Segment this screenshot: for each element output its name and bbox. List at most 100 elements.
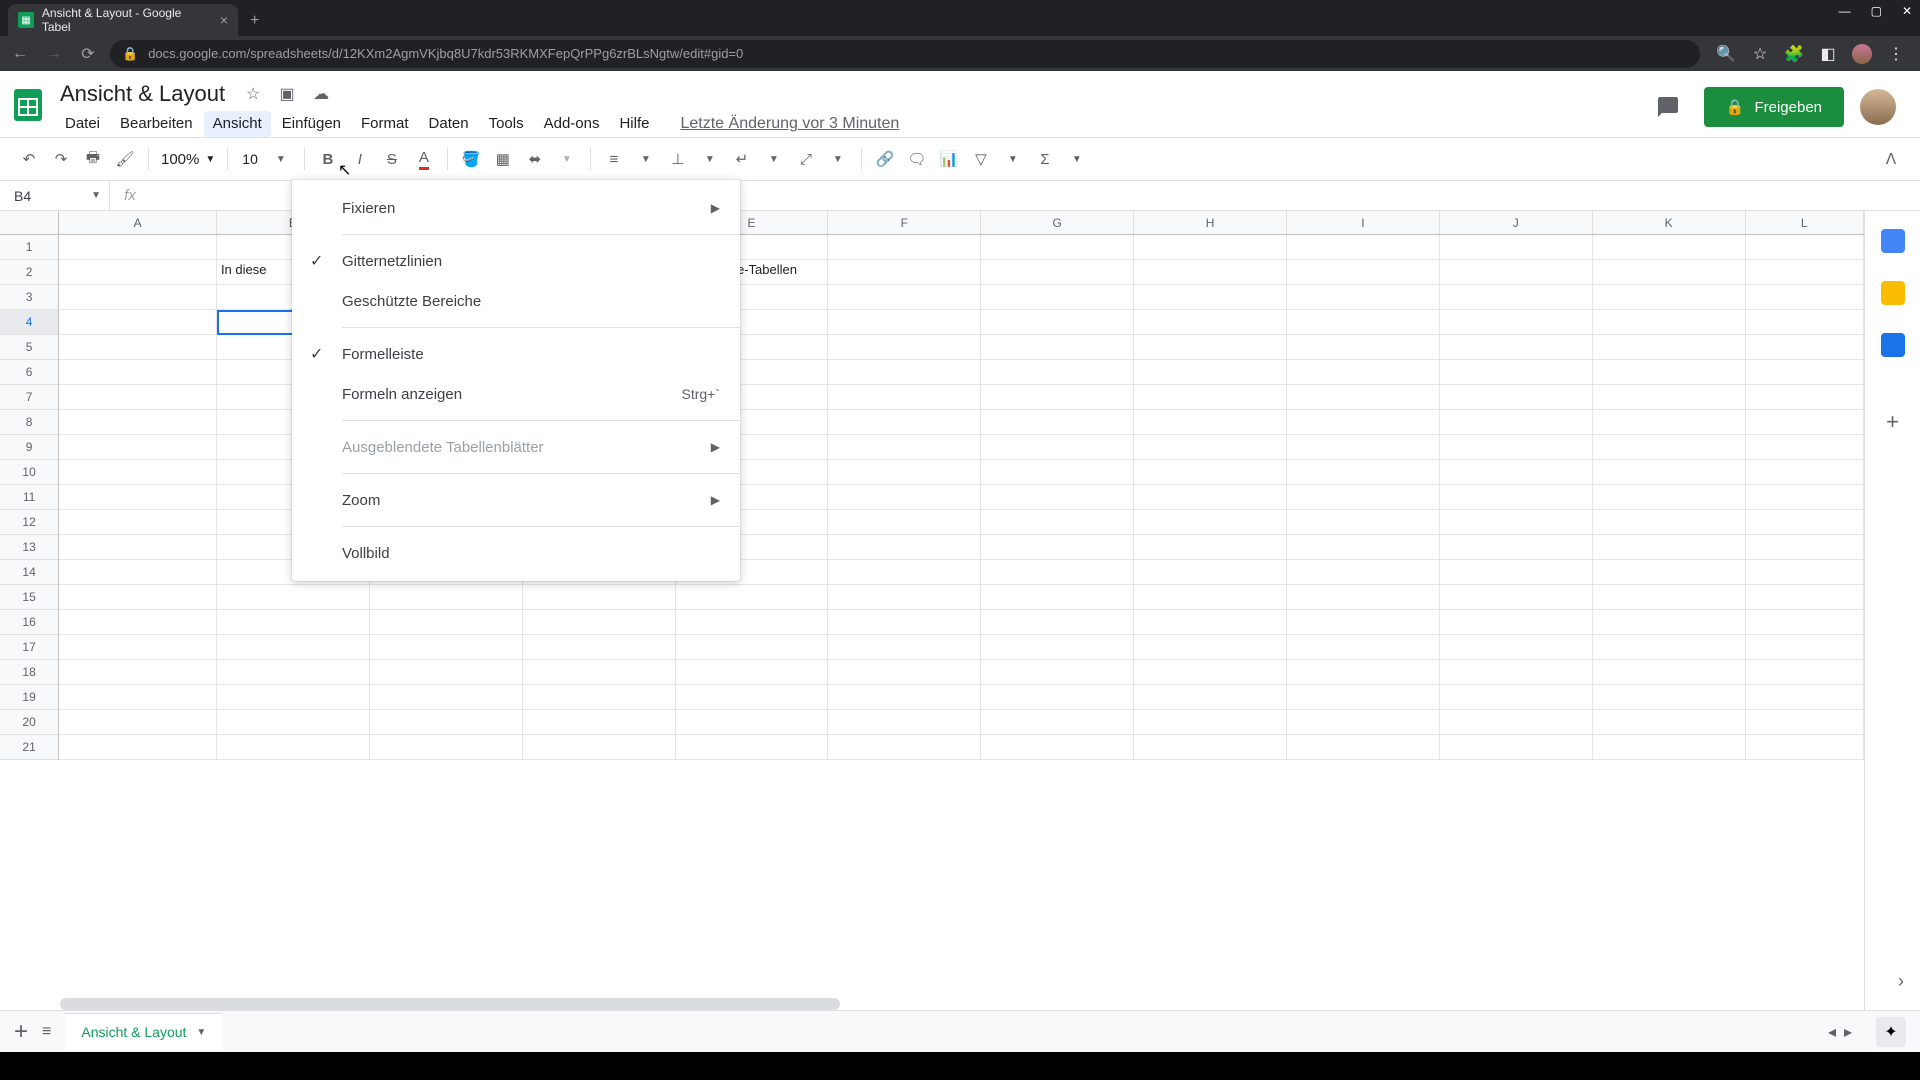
cell[interactable] (523, 660, 676, 685)
text-color-button[interactable]: A (409, 144, 439, 174)
cell[interactable] (1134, 410, 1287, 435)
cell[interactable] (59, 360, 217, 385)
nav-reload-button[interactable]: ⟳ (76, 44, 100, 64)
cell[interactable] (1287, 635, 1440, 660)
cell[interactable] (1746, 560, 1864, 585)
window-close-button[interactable]: ✕ (1902, 4, 1912, 18)
cell[interactable] (1746, 360, 1864, 385)
cell[interactable] (1440, 535, 1593, 560)
cell[interactable] (676, 660, 829, 685)
menu-format[interactable]: Format (352, 111, 418, 137)
cell[interactable] (981, 335, 1134, 360)
star-icon[interactable]: ☆ (243, 84, 263, 104)
row-header[interactable]: 17 (0, 635, 59, 660)
cell[interactable] (1134, 360, 1287, 385)
row-header[interactable]: 11 (0, 485, 59, 510)
cell[interactable] (59, 585, 217, 610)
cell[interactable] (1440, 610, 1593, 635)
cell[interactable] (1287, 710, 1440, 735)
cell[interactable] (828, 360, 981, 385)
cell[interactable] (828, 585, 981, 610)
insert-link-button[interactable]: 🔗 (870, 144, 900, 174)
cell[interactable] (59, 385, 217, 410)
chevron-down-icon[interactable]: ▼ (823, 144, 853, 174)
cell[interactable] (59, 285, 217, 310)
cell[interactable] (217, 735, 370, 760)
cell[interactable] (370, 710, 523, 735)
cell[interactable] (1134, 710, 1287, 735)
cell[interactable] (1440, 260, 1593, 285)
cell[interactable] (1593, 685, 1746, 710)
menu-ansicht[interactable]: Ansicht (204, 111, 271, 137)
cell[interactable] (1440, 310, 1593, 335)
chevron-down-icon[interactable]: ▼ (552, 144, 582, 174)
cell[interactable] (676, 710, 829, 735)
cell[interactable] (1593, 260, 1746, 285)
cell[interactable] (1746, 535, 1864, 560)
window-maximize-button[interactable]: ▢ (1871, 4, 1882, 18)
cell[interactable] (1134, 335, 1287, 360)
cell[interactable] (1746, 235, 1864, 260)
cell[interactable] (1440, 460, 1593, 485)
cell[interactable] (59, 410, 217, 435)
cell[interactable] (59, 485, 217, 510)
cell[interactable] (1287, 485, 1440, 510)
strikethrough-button[interactable]: S (377, 144, 407, 174)
cell[interactable] (59, 535, 217, 560)
borders-button[interactable]: ▦ (488, 144, 518, 174)
row-header[interactable]: 7 (0, 385, 59, 410)
cell[interactable] (370, 610, 523, 635)
browser-tab[interactable]: ▦ Ansicht & Layout - Google Tabel × (8, 4, 238, 36)
cell[interactable] (828, 560, 981, 585)
cell[interactable] (1287, 335, 1440, 360)
row-header[interactable]: 4 (0, 310, 59, 335)
row-header[interactable]: 9 (0, 435, 59, 460)
cloud-status-icon[interactable]: ☁ (311, 84, 331, 104)
explore-button[interactable]: ✦ (1876, 1017, 1906, 1047)
cell[interactable] (1746, 710, 1864, 735)
collapse-toolbar-button[interactable]: ᐱ (1876, 144, 1906, 174)
cell[interactable] (1287, 735, 1440, 760)
menu-daten[interactable]: Daten (420, 111, 478, 137)
menu-einfuegen[interactable]: Einfügen (273, 111, 350, 137)
cell[interactable] (1593, 310, 1746, 335)
cell[interactable] (1746, 335, 1864, 360)
calendar-icon[interactable] (1881, 229, 1905, 253)
cell[interactable] (1593, 410, 1746, 435)
cell[interactable] (1134, 285, 1287, 310)
cell[interactable] (828, 485, 981, 510)
print-button[interactable]: 🖶 (78, 144, 108, 174)
row-header[interactable]: 21 (0, 735, 59, 760)
cell[interactable] (1746, 635, 1864, 660)
cell[interactable] (1440, 685, 1593, 710)
nav-forward-button[interactable]: → (42, 45, 66, 63)
row-header[interactable]: 2 (0, 260, 59, 285)
text-rotation-button[interactable]: ⤢ (791, 144, 821, 174)
row-header[interactable]: 16 (0, 610, 59, 635)
cell[interactable] (1593, 435, 1746, 460)
tasks-icon[interactable] (1881, 333, 1905, 357)
cell[interactable] (1287, 660, 1440, 685)
last-change-link[interactable]: Letzte Änderung vor 3 Minuten (680, 111, 899, 137)
row-header[interactable]: 15 (0, 585, 59, 610)
cell[interactable] (1593, 235, 1746, 260)
cell[interactable] (1134, 435, 1287, 460)
cell[interactable] (1134, 735, 1287, 760)
cell[interactable] (981, 535, 1134, 560)
cell[interactable] (1287, 285, 1440, 310)
cell[interactable] (1287, 410, 1440, 435)
cell[interactable] (828, 635, 981, 660)
cell[interactable] (1287, 610, 1440, 635)
cell[interactable] (981, 485, 1134, 510)
cell[interactable] (1593, 660, 1746, 685)
merge-cells-button[interactable]: ⬌ (520, 144, 550, 174)
cell[interactable] (1593, 535, 1746, 560)
cell[interactable] (828, 310, 981, 335)
menu-bearbeiten[interactable]: Bearbeiten (111, 111, 202, 137)
menu-item[interactable]: Geschützte Bereiche (292, 281, 740, 321)
window-minimize-button[interactable]: — (1839, 4, 1851, 18)
cell[interactable] (1134, 310, 1287, 335)
cell[interactable] (59, 660, 217, 685)
column-header[interactable]: H (1134, 211, 1287, 234)
cell[interactable] (1746, 410, 1864, 435)
